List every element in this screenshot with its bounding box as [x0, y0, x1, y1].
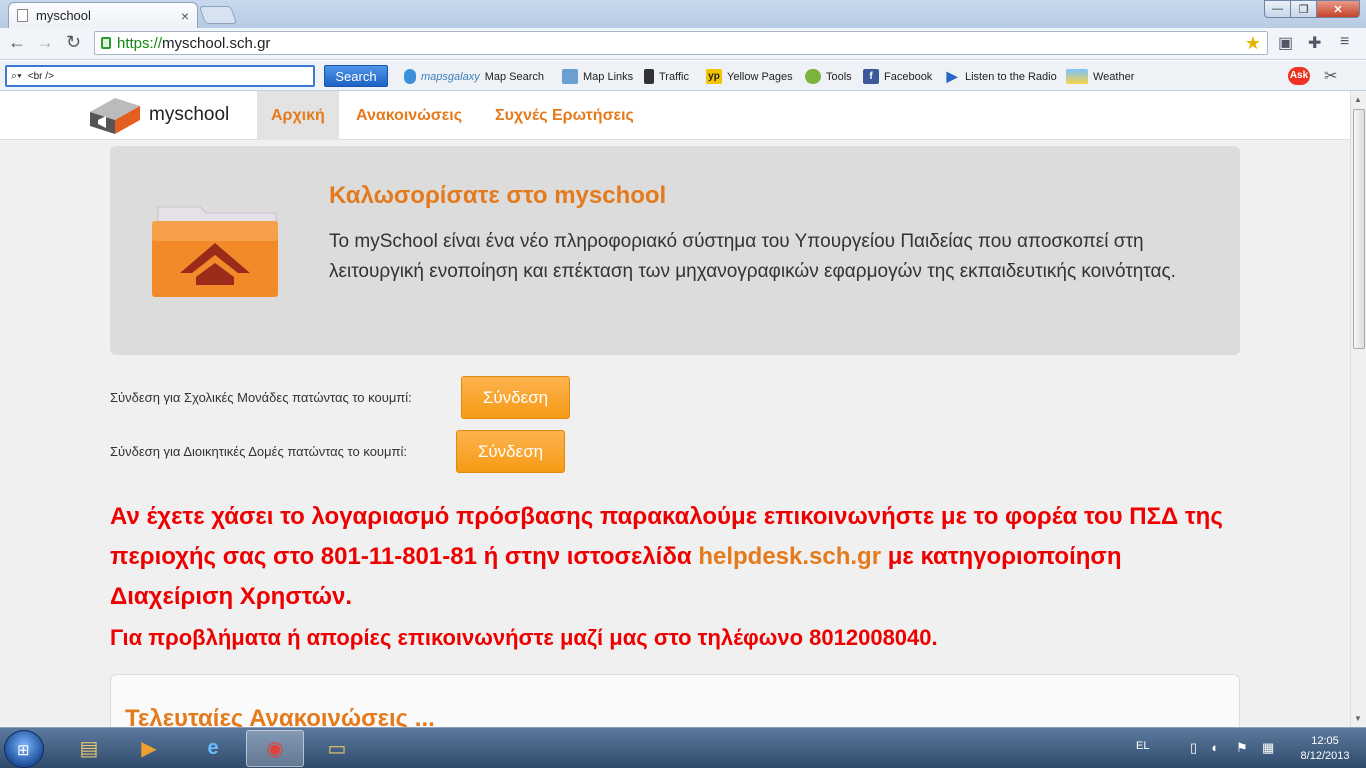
- clock-time: 12:05: [1311, 735, 1339, 747]
- minimize-button[interactable]: —: [1264, 0, 1290, 18]
- map-icon: [562, 69, 578, 84]
- url-scheme: https://: [117, 34, 163, 52]
- nav-faq[interactable]: Συχνές Ερωτήσεις: [481, 91, 648, 140]
- reload-icon[interactable]: ↻: [66, 32, 81, 53]
- language-indicator[interactable]: EL: [1136, 740, 1149, 752]
- mapsgalaxy-label: mapsgalaxy: [421, 70, 480, 83]
- folder-home-icon: [152, 206, 278, 297]
- toolbar-tools[interactable]: Tools: [805, 69, 852, 84]
- lock-icon: [101, 37, 111, 49]
- puzzle-extension-icon[interactable]: ✚: [1308, 33, 1321, 53]
- tab-title: myschool: [36, 8, 91, 23]
- address-bar[interactable]: https:// myschool.sch.gr ★: [94, 31, 1268, 55]
- toolbar-search-input[interactable]: ⌕▾ <br />: [5, 65, 315, 87]
- gear-icon: [805, 69, 821, 84]
- menu-icon[interactable]: ≡: [1340, 33, 1349, 51]
- login-school-label: Σύνδεση για Σχολικές Μονάδες πατώντας το…: [110, 390, 412, 405]
- toolbar-radio[interactable]: ▶ Listen to the Radio: [944, 69, 1057, 84]
- system-clock[interactable]: 12:05 8/12/2013: [1288, 734, 1362, 764]
- globe-icon: [404, 69, 416, 84]
- browser-nav-bar: ← → ↻ https:// myschool.sch.gr ★ ▣ ✚ ≡: [0, 28, 1366, 60]
- windows-taskbar: ⊞ ▤ ▶ e ◉ ▭ EL ▯ ◖ ⚑ ▦ 12:05 8/12/2013: [0, 727, 1366, 768]
- scrollbar-thumb[interactable]: [1353, 109, 1365, 349]
- start-button[interactable]: ⊞: [4, 730, 44, 768]
- toolbar-weather[interactable]: Weather: [1066, 69, 1134, 84]
- media-player-icon[interactable]: ▶: [120, 730, 178, 767]
- scroll-up-icon[interactable]: ▲: [1354, 95, 1362, 104]
- extension-icon[interactable]: ▣: [1278, 33, 1293, 53]
- page-viewport: myschool Αρχική Ανακοινώσεις Συχνές Ερωτ…: [0, 91, 1350, 727]
- close-tab-icon[interactable]: ×: [181, 8, 189, 24]
- ask-logo-icon[interactable]: Ask: [1288, 67, 1310, 85]
- maximize-button[interactable]: ❐: [1290, 0, 1316, 18]
- page-favicon-icon: [17, 9, 28, 22]
- logo-text[interactable]: myschool: [149, 104, 229, 126]
- back-icon[interactable]: ←: [8, 32, 26, 53]
- toolbar-search-button[interactable]: Search: [324, 65, 388, 87]
- volume-icon[interactable]: ◖: [1210, 740, 1218, 755]
- new-tab-button[interactable]: [198, 6, 238, 24]
- yellow-pages-icon: yp: [706, 69, 722, 84]
- announcements-title: Τελευταίες Ανακοινώσεις ...: [125, 705, 435, 727]
- myschool-logo-icon[interactable]: [90, 98, 140, 134]
- search-icon: ⌕▾: [11, 69, 22, 82]
- chrome-icon[interactable]: ◉: [246, 730, 304, 767]
- nav-home[interactable]: Αρχική: [257, 91, 339, 140]
- browser-tab[interactable]: myschool ×: [8, 2, 198, 28]
- internet-explorer-icon[interactable]: e: [184, 730, 242, 767]
- login-school-button[interactable]: Σύνδεση: [461, 376, 570, 419]
- weather-icon: [1066, 69, 1088, 84]
- folder-icon[interactable]: ▭: [308, 730, 366, 767]
- window-controls: — ❐ ✕: [1264, 0, 1360, 18]
- url-host: myschool.sch.gr: [162, 34, 271, 52]
- toolbar-map-links[interactable]: Map Links: [562, 69, 633, 84]
- welcome-title: Καλωσορίσατε στο myschool: [329, 182, 667, 209]
- flag-icon[interactable]: ⚑: [1236, 740, 1248, 756]
- phone-notice: Για προβλήματα ή απορίες επικοινωνήστε μ…: [110, 625, 938, 650]
- welcome-text: Το mySchool είναι ένα νέο πληροφοριακό σ…: [329, 231, 1176, 282]
- login-admin-button[interactable]: Σύνδεση: [456, 430, 565, 473]
- settings-wrench-icon[interactable]: ✂: [1324, 66, 1337, 86]
- close-window-button[interactable]: ✕: [1316, 0, 1360, 18]
- clock-date: 8/12/2013: [1300, 750, 1350, 762]
- nav-announcements[interactable]: Ανακοινώσεις: [342, 91, 476, 140]
- forward-icon[interactable]: →: [36, 32, 54, 53]
- windows-logo-icon: ⊞: [17, 742, 30, 759]
- toolbar-yellow-pages[interactable]: yp Yellow Pages: [706, 69, 793, 84]
- usb-icon[interactable]: ▯: [1190, 740, 1197, 756]
- scroll-down-icon[interactable]: ▼: [1354, 714, 1362, 723]
- bookmark-star-icon[interactable]: ★: [1245, 33, 1261, 54]
- site-header: myschool Αρχική Ανακοινώσεις Συχνές Ερωτ…: [0, 91, 1350, 140]
- explorer-icon[interactable]: ▤: [60, 730, 118, 767]
- helpdesk-link[interactable]: helpdesk.sch.gr: [698, 543, 881, 570]
- toolbar-search-value: <br />: [27, 70, 54, 82]
- browser-tab-bar: myschool × — ❐ ✕: [0, 0, 1366, 28]
- login-admin-label: Σύνδεση για Διοικητικές Δομές πατώντας τ…: [110, 444, 407, 459]
- play-icon: ▶: [946, 68, 958, 84]
- network-icon[interactable]: ▦: [1262, 740, 1274, 756]
- ask-toolbar: ⌕▾ <br /> Search mapsgalaxy Map Search M…: [0, 61, 1366, 91]
- toolbar-traffic[interactable]: Traffic: [644, 69, 689, 84]
- toolbar-facebook[interactable]: f Facebook: [863, 69, 932, 84]
- toolbar-map-search[interactable]: mapsgalaxy Map Search: [404, 69, 544, 84]
- facebook-icon: f: [863, 69, 879, 84]
- lost-account-notice: Αν έχετε χάσει το λογαριασμό πρόσβασης π…: [110, 503, 1223, 610]
- page-scrollbar[interactable]: ▲ ▼: [1350, 91, 1366, 727]
- traffic-light-icon: [644, 69, 654, 84]
